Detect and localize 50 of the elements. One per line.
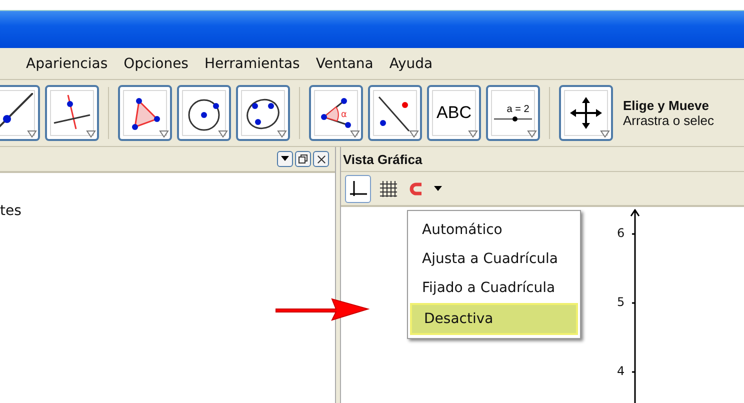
panel-menu-button[interactable] (277, 151, 293, 167)
tool-button[interactable] (236, 85, 290, 141)
axes-icon (348, 178, 368, 198)
panel-close-button[interactable] (313, 151, 329, 167)
tool-button[interactable]: a = 2 (486, 85, 540, 141)
dropdown-triangle-icon (277, 130, 287, 138)
dropdown-triangle-icon (409, 130, 419, 138)
menu-item[interactable]: Opciones (124, 56, 188, 72)
dropdown-triangle-icon (218, 130, 228, 138)
y-axis-icon (629, 209, 641, 403)
tool-button[interactable] (177, 85, 231, 141)
menu-option[interactable]: Desactiva (410, 303, 578, 335)
dropdown-triangle-icon (600, 130, 610, 138)
window-restore-icon (298, 154, 308, 164)
tool-button[interactable] (0, 85, 40, 141)
axis-tick-label: 4 (617, 364, 625, 378)
tool-help-text: Arrastra o selec (623, 113, 714, 128)
menu-item[interactable]: Apariencias (26, 56, 108, 72)
axes-toggle-button[interactable] (345, 174, 371, 202)
tool-button[interactable] (559, 85, 613, 141)
dropdown-triangle-icon (86, 130, 96, 138)
dropdown-triangle-icon (27, 130, 37, 138)
tool-button[interactable]: ABC (427, 85, 481, 141)
menu-option[interactable]: Fijado a Cuadrícula (410, 274, 578, 302)
dropdown-triangle-icon (159, 130, 169, 138)
menu-item[interactable]: Ventana (316, 56, 374, 72)
caret-icon (434, 186, 442, 192)
tool-button[interactable] (368, 85, 422, 141)
panel-text: tes (0, 203, 22, 219)
tool-button[interactable] (45, 85, 99, 141)
tool-button[interactable]: α (309, 85, 363, 141)
close-icon (316, 154, 326, 164)
text-tool-label: ABC (436, 103, 472, 123)
view-title: Vista Gráfica (341, 147, 744, 171)
dropdown-triangle-icon (527, 130, 537, 138)
axis-tick-label: 5 (617, 295, 625, 309)
tool-button[interactable] (118, 85, 172, 141)
menu-option[interactable]: Automático (410, 216, 578, 244)
dropdown-triangle-icon (350, 130, 360, 138)
caret-icon (281, 156, 289, 162)
dropdown-triangle-icon (468, 130, 478, 138)
axis-tick-label: 6 (617, 226, 625, 240)
menu-item[interactable]: Ayuda (389, 56, 433, 72)
grid-icon (378, 178, 398, 198)
panel-undock-button[interactable] (295, 151, 311, 167)
tool-help-title: Elige y Mueve (623, 98, 710, 113)
angle-icon (321, 98, 351, 128)
angle-symbol: α (341, 110, 347, 120)
menu-item[interactable]: Herramientas (204, 56, 300, 72)
menu-option[interactable]: Ajusta a Cuadrícula (410, 245, 578, 273)
